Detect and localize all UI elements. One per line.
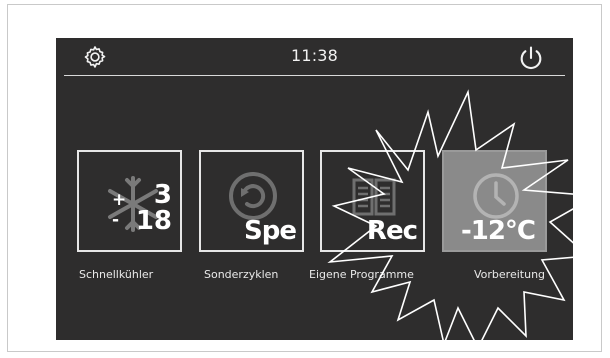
header-divider: [64, 75, 565, 76]
temperature-signs: + -: [112, 190, 126, 230]
tile-vorbereitung[interactable]: -12°C: [442, 150, 547, 252]
power-icon[interactable]: [517, 44, 545, 72]
tile-sonderzyklen[interactable]: Spe: [199, 150, 304, 252]
clock-icon: [473, 173, 519, 219]
top-bar: 11:38: [56, 38, 573, 76]
tile-tag-temperature: -12°C: [460, 216, 536, 246]
cycle-icon: [229, 172, 277, 220]
clock-time: 11:38: [290, 46, 339, 65]
tile-tag-spe: Spe: [244, 216, 297, 246]
device-screen: 11:38 + - 3 18 Schnellkühler Spe Sonderz…: [56, 38, 573, 340]
temp-value-top: 3: [153, 180, 172, 210]
temp-value-bottom: 18: [135, 206, 172, 236]
tile-label-eigene-programme: Eigene Programme: [309, 268, 414, 281]
tile-schnellkuehler[interactable]: + - 3 18: [77, 150, 182, 252]
plus-sign: +: [112, 190, 127, 210]
temperature-values: 3 18: [136, 182, 172, 234]
tile-label-sonderzyklen: Sonderzyklen: [204, 268, 279, 281]
tile-label-vorbereitung: Vorbereitung: [474, 268, 546, 281]
tile-eigene-programme[interactable]: Rec: [320, 150, 425, 252]
tile-label-schnellkuehler: Schnellkühler: [79, 268, 154, 281]
book-icon: [352, 178, 396, 216]
minus-sign: -: [112, 210, 120, 230]
tile-tag-rec: Rec: [366, 216, 418, 246]
